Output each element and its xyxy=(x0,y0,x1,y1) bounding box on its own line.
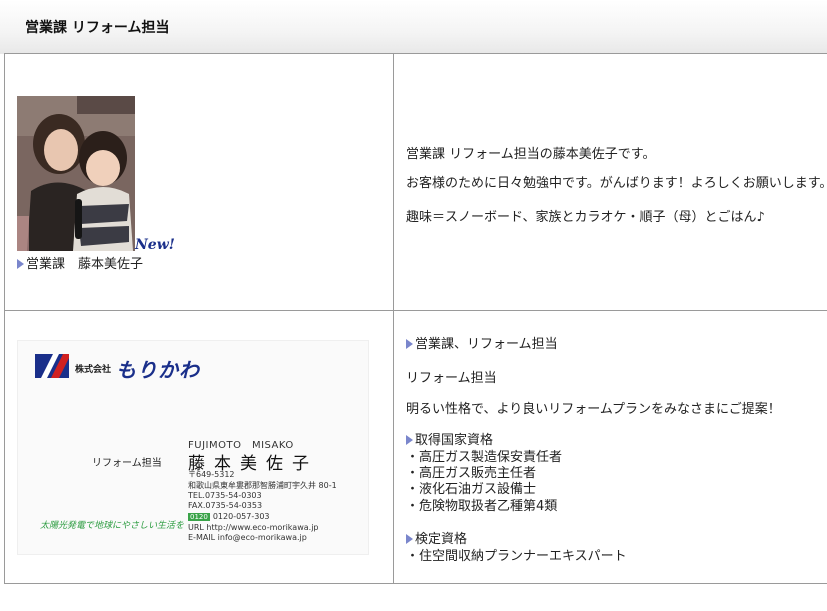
new-badge: New! xyxy=(135,237,175,253)
card-postal: 〒649-5312 xyxy=(188,470,235,479)
card-department: リフォーム担当 xyxy=(92,458,162,469)
details-heading[interactable]: 営業課、リフォーム担当 xyxy=(406,333,558,352)
triangle-right-icon xyxy=(17,259,24,269)
table-column-divider xyxy=(393,53,394,584)
card-company-prefix: 株式会社 xyxy=(75,365,112,375)
card-email: E-MAIL info@eco-morikawa.jp xyxy=(188,533,307,542)
triangle-right-icon xyxy=(406,435,413,445)
card-tel: TEL.0735-54-0303 xyxy=(188,491,262,500)
table-border-left xyxy=(4,53,5,584)
card-url: URL http://www.eco-morikawa.jp xyxy=(188,523,319,532)
qualification-item: ・危険物取扱者乙種第4類 xyxy=(406,499,558,514)
card-slogan: 太陽光発電で地球にやさしい生活を xyxy=(40,521,185,531)
free-dial-badge: 0120 xyxy=(188,513,210,521)
table-border-bottom xyxy=(4,583,827,584)
staff-caption[interactable]: 営業課 藤本美佐子 xyxy=(17,253,143,272)
card-company-name: もりかわ xyxy=(116,358,200,382)
details-intro: 明るい性格で、より良いリフォームプランをみなさまにご提案！ xyxy=(406,402,781,417)
section-header: 営業課 リフォーム担当 xyxy=(0,0,827,54)
card-free-dial: 0120 0120-057-303 xyxy=(188,512,270,521)
business-card: 株式会社 もりかわ リフォーム担当 FUJIMOTO MISAKO 藤本美佐子 … xyxy=(17,340,369,555)
triangle-right-icon xyxy=(406,534,413,544)
staff-photo-image xyxy=(17,96,135,251)
profile-intro-line: 営業課 リフォーム担当の藤本美佐子です。 xyxy=(406,147,656,162)
card-address: 和歌山県東牟婁郡那智勝浦町宇久井 80-1 xyxy=(188,481,337,490)
table-border-top xyxy=(4,53,827,54)
details-role: リフォーム担当 xyxy=(406,371,497,386)
card-free-dial-number: 0120-057-303 xyxy=(212,512,270,521)
profile-intro-line: お客様のために日々勉強中です。がんばります！よろしくお願いします。 xyxy=(406,176,827,191)
staff-photo xyxy=(17,96,135,251)
card-fax: FAX.0735-54-0353 xyxy=(188,501,263,510)
details-heading-text: 営業課、リフォーム担当 xyxy=(415,337,558,352)
profile-hobby-line: 趣味＝スノーボード、家族とカラオケ・順子（母）とごはん♪ xyxy=(406,210,765,225)
section-title: 営業課 リフォーム担当 xyxy=(25,20,170,36)
table-row-divider xyxy=(4,310,827,311)
certification-item: ・住空間収納プランナーエキスパート xyxy=(406,549,627,564)
staff-caption-text: 営業課 藤本美佐子 xyxy=(26,257,144,272)
triangle-right-icon xyxy=(406,339,413,349)
company-logo-mark xyxy=(35,354,69,378)
